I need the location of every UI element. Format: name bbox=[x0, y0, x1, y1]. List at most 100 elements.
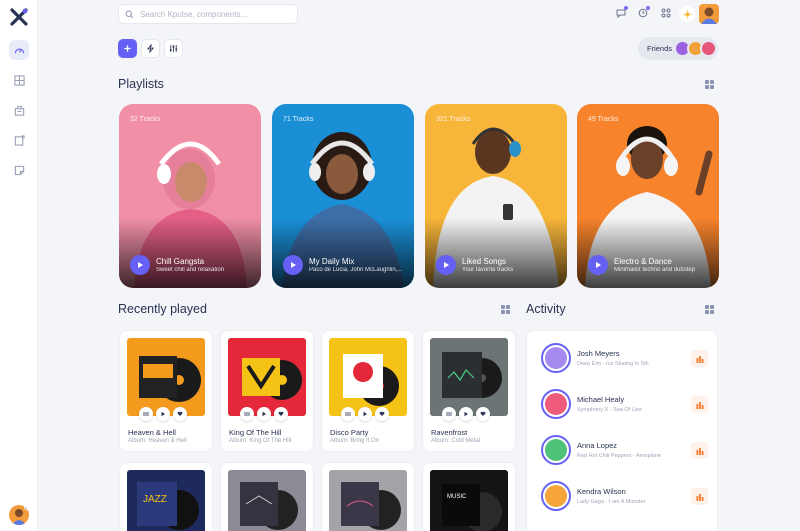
user-avatar[interactable] bbox=[9, 505, 29, 525]
equalizer-icon bbox=[696, 493, 703, 501]
profile-avatar[interactable] bbox=[699, 4, 719, 24]
play-button[interactable] bbox=[257, 407, 271, 421]
like-button[interactable] bbox=[476, 407, 490, 421]
play-icon bbox=[291, 262, 296, 268]
album-cover-image bbox=[228, 338, 306, 416]
grid-view-icon[interactable] bbox=[501, 305, 510, 314]
friend-avatar[interactable] bbox=[541, 481, 571, 511]
playlist-subtitle: Sweet chill and relaxation bbox=[156, 267, 225, 273]
album-card[interactable]: Heaven & Hell Album: Heaven & Hell bbox=[119, 330, 213, 452]
sticky-note-icon bbox=[14, 165, 24, 175]
album-cover-image: JAZZ bbox=[127, 470, 205, 531]
playlist-name: My Daily Mix bbox=[309, 257, 355, 266]
album-card[interactable]: Ravenfrost Album: Cold Metal bbox=[422, 330, 516, 452]
sidebar-item-tables[interactable] bbox=[9, 70, 29, 90]
friend-avatar[interactable] bbox=[541, 343, 571, 373]
equalizer-icon bbox=[696, 447, 703, 455]
album-card[interactable]: JAZZ bbox=[119, 462, 213, 531]
album-title: Disco Party bbox=[330, 428, 369, 437]
like-button[interactable] bbox=[274, 407, 288, 421]
album-controls bbox=[442, 407, 490, 421]
card-shade bbox=[577, 218, 719, 288]
now-playing: Symphony X - Sea Of Lies bbox=[577, 407, 642, 413]
sidebar-item-company[interactable] bbox=[9, 100, 29, 120]
notifications-button[interactable] bbox=[636, 6, 650, 20]
play-button[interactable] bbox=[156, 407, 170, 421]
play-icon bbox=[262, 411, 266, 417]
play-button[interactable] bbox=[459, 407, 473, 421]
play-button[interactable] bbox=[436, 255, 456, 275]
album-controls bbox=[139, 407, 187, 421]
like-button[interactable] bbox=[173, 407, 187, 421]
search-input[interactable] bbox=[140, 9, 290, 19]
playlist-card[interactable]: 32 Tracks Chill Gangsta Sweet chill and … bbox=[119, 104, 261, 288]
play-button[interactable] bbox=[358, 407, 372, 421]
recently-played-title: Recently played bbox=[118, 302, 207, 316]
apps-button[interactable] bbox=[659, 6, 673, 20]
queue-button[interactable] bbox=[341, 407, 355, 421]
add-button[interactable] bbox=[118, 39, 137, 58]
queue-button[interactable] bbox=[139, 407, 153, 421]
play-icon bbox=[161, 411, 165, 417]
track-count: 321 Tracks bbox=[436, 116, 471, 123]
theme-toggle[interactable] bbox=[679, 6, 695, 22]
album-title: King Of The Hill bbox=[229, 428, 282, 437]
playlist-name: Liked Songs bbox=[462, 257, 507, 266]
sidebar-item-notes[interactable] bbox=[9, 130, 29, 150]
track-count: 32 Tracks bbox=[130, 116, 161, 123]
friend-avatar[interactable] bbox=[700, 40, 717, 57]
equalizer-icon bbox=[696, 401, 703, 409]
quick-action-button[interactable] bbox=[141, 39, 160, 58]
album-card[interactable] bbox=[321, 462, 415, 531]
building-icon bbox=[14, 105, 24, 116]
playlist-subtitle: Your favorite tracks bbox=[462, 267, 514, 273]
svg-text:JAZZ: JAZZ bbox=[143, 494, 167, 505]
friends-label: Friends bbox=[647, 44, 673, 53]
album-card[interactable]: King Of The Hill Album: King Of The Hill bbox=[220, 330, 314, 452]
grid-view-icon[interactable] bbox=[705, 80, 714, 89]
playlist-card[interactable]: 49 Tracks Electro & Dance Minimalist tec… bbox=[577, 104, 719, 288]
activity-item[interactable]: Josh Meyers Deep Elm - Ice Skating In 5t… bbox=[527, 337, 717, 381]
playlist-card[interactable]: 71 Tracks My Daily Mix Paco de Lucia, Jo… bbox=[272, 104, 414, 288]
album-card[interactable]: MUSIC bbox=[422, 462, 516, 531]
queue-button[interactable] bbox=[442, 407, 456, 421]
friend-avatar[interactable] bbox=[541, 435, 571, 465]
sidebar-item-dashboard[interactable] bbox=[9, 40, 29, 60]
queue-icon bbox=[446, 412, 452, 416]
equalizer-button[interactable] bbox=[691, 396, 708, 413]
like-button[interactable] bbox=[375, 407, 389, 421]
album-controls bbox=[341, 407, 389, 421]
now-playing: Red Hot Chili Peppers - Aeroplane bbox=[577, 453, 662, 459]
grid-view-icon[interactable] bbox=[705, 305, 714, 314]
playlist-card[interactable]: 321 Tracks Liked Songs Your favorite tra… bbox=[425, 104, 567, 288]
playlist-subtitle: Minimalist techno and dubstep bbox=[614, 267, 696, 273]
play-button[interactable] bbox=[283, 255, 303, 275]
album-card[interactable]: Disco Party Album: Bring It On bbox=[321, 330, 415, 452]
filter-button[interactable] bbox=[164, 39, 183, 58]
activity-item[interactable]: Michael Healy Symphony X - Sea Of Lies bbox=[527, 383, 717, 427]
equalizer-button[interactable] bbox=[691, 488, 708, 505]
app-logo[interactable] bbox=[10, 8, 28, 26]
album-name: Album: King Of The Hill bbox=[229, 438, 292, 444]
grid-table-icon bbox=[13, 74, 25, 86]
sidebar-item-stickies[interactable] bbox=[9, 160, 29, 180]
friend-name: Michael Healy bbox=[577, 395, 625, 404]
play-button[interactable] bbox=[130, 255, 150, 275]
playlists-title: Playlists bbox=[118, 77, 164, 91]
equalizer-button[interactable] bbox=[691, 350, 708, 367]
playlist-subtitle: Paco de Lucia, John McLaughlin,... bbox=[309, 267, 403, 273]
friend-name: Anna Lopez bbox=[577, 441, 618, 450]
play-button[interactable] bbox=[588, 255, 608, 275]
online-status-dot bbox=[24, 505, 29, 510]
friends-pill[interactable]: Friends bbox=[638, 37, 718, 60]
activity-item[interactable]: Kendra Wilson Lady Gaga - I am A Monster bbox=[527, 475, 717, 519]
friend-avatar[interactable] bbox=[541, 389, 571, 419]
queue-button[interactable] bbox=[240, 407, 254, 421]
messages-button[interactable] bbox=[614, 6, 628, 20]
equalizer-button[interactable] bbox=[691, 442, 708, 459]
search-bar[interactable] bbox=[118, 4, 298, 24]
album-card[interactable] bbox=[220, 462, 314, 531]
activity-item[interactable]: Anna Lopez Red Hot Chili Peppers - Aerop… bbox=[527, 429, 717, 473]
svg-text:MUSIC: MUSIC bbox=[447, 494, 467, 500]
now-playing: Lady Gaga - I am A Monster bbox=[577, 499, 646, 505]
